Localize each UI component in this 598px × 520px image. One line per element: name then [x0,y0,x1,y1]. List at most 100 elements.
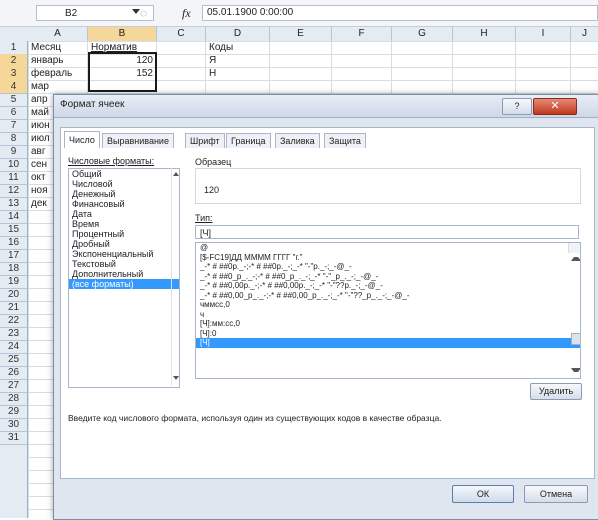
scroll-up-icon[interactable] [173,172,179,176]
column-header-c[interactable]: C [157,27,206,41]
row-header[interactable]: 24 [0,340,27,354]
tab-border[interactable]: Граница [226,133,271,148]
cell-a7[interactable]: июн [31,119,50,132]
column-header-b[interactable]: B [88,27,157,41]
row-header[interactable]: 16 [0,236,27,250]
category-item[interactable]: Текстовый [69,259,179,269]
tab-font[interactable]: Шрифт [185,133,225,148]
category-item[interactable]: Экспоненциальный [69,249,179,259]
category-item[interactable]: Время [69,219,179,229]
format-item[interactable]: _-* # ##0р._-;-* # ##0р._-;_-* "-"р._-;_… [196,262,580,272]
type-input[interactable]: [Ч] [195,225,579,239]
row-header[interactable]: 8 [0,132,27,146]
row-header[interactable]: 2 [0,54,27,68]
scroll-down-icon[interactable] [173,376,179,380]
row-header[interactable]: 12 [0,184,27,198]
cell-d3[interactable]: Н [209,67,216,80]
category-item[interactable]: Числовой [69,179,179,189]
format-item[interactable]: @ [196,243,580,253]
column-header-a[interactable]: A [28,27,88,41]
row-header[interactable]: 6 [0,106,27,120]
row-header[interactable]: 9 [0,145,27,159]
cell-a1[interactable]: Месяц [31,41,61,54]
row-header[interactable]: 18 [0,262,27,276]
format-item[interactable]: ч [196,310,580,320]
row-header[interactable]: 17 [0,249,27,263]
row-header[interactable]: 22 [0,314,27,328]
cell-d2[interactable]: Я [209,54,216,67]
row-header[interactable]: 1 [0,41,27,55]
row-header[interactable]: 29 [0,405,27,419]
row-header[interactable]: 14 [0,210,27,224]
tab-alignment[interactable]: Выравнивание [102,133,174,148]
formula-input[interactable]: 05.01.1900 0:00:00 [202,5,598,21]
cell-a5[interactable]: апр [31,93,48,106]
cell-a6[interactable]: май [31,106,49,119]
row-header[interactable]: 28 [0,392,27,406]
cell-a12[interactable]: ноя [31,184,48,197]
column-header-d[interactable]: D [206,27,270,41]
category-item[interactable]: Финансовый [69,199,179,209]
close-button[interactable]: ✕ [533,98,577,115]
category-item-selected[interactable]: (все форматы) [69,279,179,289]
row-header[interactable]: 19 [0,275,27,289]
row-header[interactable]: 15 [0,223,27,237]
format-item[interactable]: [$-FC19]ДД ММММ ГГГГ "г." [196,253,580,263]
row-header[interactable]: 27 [0,379,27,393]
formula-cancel-icon[interactable]: ◌ [140,5,168,21]
cell-a13[interactable]: дек [31,197,47,210]
tab-fill[interactable]: Заливка [275,133,320,148]
format-list-scrollbar[interactable] [568,243,580,372]
cell-a8[interactable]: июл [31,132,50,145]
column-header-j[interactable]: J [571,27,598,41]
category-item[interactable]: Процентный [69,229,179,239]
delete-button[interactable]: Удалить [530,383,582,400]
format-item[interactable]: [Ч]:0 [196,329,580,339]
cell-d1[interactable]: Коды [209,41,233,54]
cell-a9[interactable]: авг [31,145,46,158]
row-header[interactable]: 13 [0,197,27,211]
category-item[interactable]: Дата [69,209,179,219]
cell-a10[interactable]: сен [31,158,47,171]
tab-number[interactable]: Число [64,131,100,148]
row-header[interactable]: 7 [0,119,27,133]
column-header-e[interactable]: E [270,27,332,41]
column-header-g[interactable]: G [392,27,453,41]
category-item[interactable]: Денежный [69,189,179,199]
column-header-h[interactable]: H [453,27,516,41]
format-item[interactable]: _-* # ##0,00р._-;-* # ##0,00р._-;_-* "-"… [196,281,580,291]
ok-button[interactable]: ОК [452,485,514,503]
row-header[interactable]: 30 [0,418,27,432]
help-button[interactable]: ? [502,98,532,115]
scroll-down-icon[interactable] [571,368,580,378]
category-item[interactable]: Общий [69,169,179,179]
format-item[interactable]: _-* # ##0,00_р_._-;-* # ##0,00_р_._-;_-*… [196,291,580,301]
row-header[interactable]: 26 [0,366,27,380]
format-code-list[interactable]: @ [$-FC19]ДД ММММ ГГГГ "г." _-* # ##0р._… [195,242,581,379]
category-item[interactable]: Дополнительный [69,269,179,279]
tab-protection[interactable]: Защита [324,133,366,148]
row-header[interactable]: 5 [0,93,27,107]
row-header[interactable]: 21 [0,301,27,315]
format-item[interactable]: чммсс,0 [196,300,580,310]
cell-a3[interactable]: февраль [31,67,72,80]
row-header[interactable]: 10 [0,158,27,172]
scroll-thumb[interactable] [571,333,580,345]
cell-a4[interactable]: мар [31,80,49,93]
column-header-i[interactable]: I [516,27,571,41]
row-header[interactable]: 31 [0,431,27,445]
cancel-button[interactable]: Отмена [524,485,588,503]
row-header[interactable]: 23 [0,327,27,341]
format-item[interactable]: [Ч]:мм:сс,0 [196,319,580,329]
format-item[interactable]: _-* # ##0_р_._-;-* # ##0_р_._-;_-* "-"_р… [196,272,580,282]
insert-function-button[interactable]: fx [182,5,191,21]
cell-a2[interactable]: январь [31,54,63,67]
scroll-up-icon[interactable] [571,247,580,261]
category-scrollbar[interactable] [171,168,180,386]
row-header[interactable]: 4 [0,80,27,94]
row-header[interactable]: 20 [0,288,27,302]
name-box-dropdown-icon[interactable] [132,9,140,14]
dialog-titlebar[interactable]: Формат ячеек ? ✕ [54,95,598,118]
column-header-f[interactable]: F [332,27,392,41]
format-item-selected[interactable]: [Ч] [196,338,580,348]
